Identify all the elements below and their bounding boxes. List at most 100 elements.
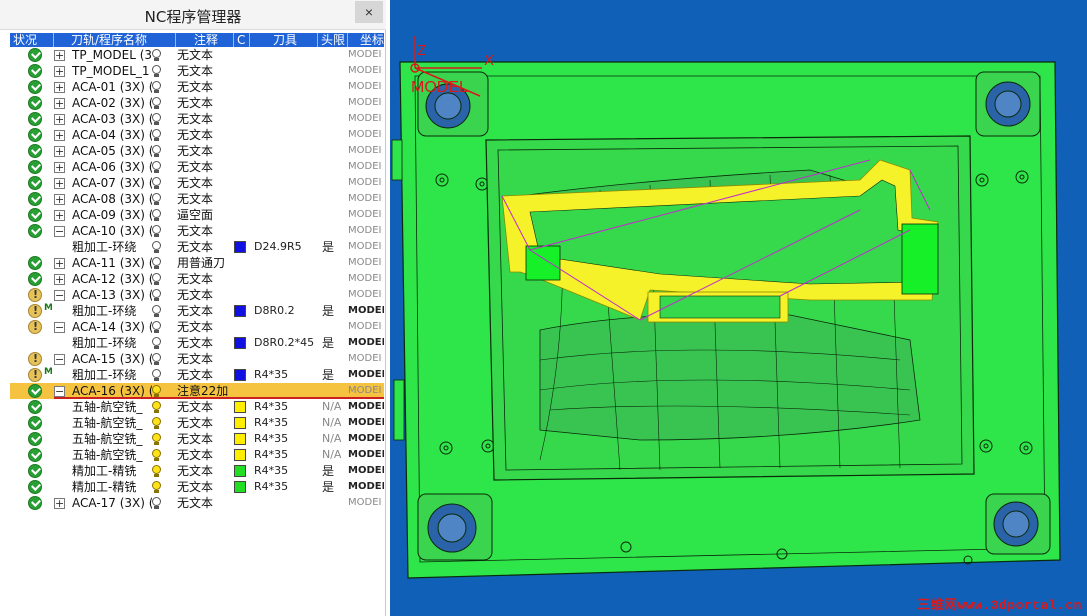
lightbulb-icon[interactable] bbox=[151, 432, 161, 446]
program-group-row[interactable]: −ACA-16 (3X) (6 注意22加 MODEI bbox=[10, 383, 384, 399]
expand-icon[interactable]: + bbox=[54, 210, 65, 221]
lightbulb-icon[interactable] bbox=[151, 304, 161, 318]
operation-row[interactable]: M 粗加工-环绕 无文本 R4*35 是 MODEI bbox=[10, 367, 384, 383]
column-gouge-limit[interactable]: 头限 bbox=[318, 33, 348, 47]
lightbulb-icon[interactable] bbox=[151, 336, 161, 350]
coordinate-system: MODEI bbox=[348, 289, 382, 300]
lightbulb-icon[interactable] bbox=[151, 400, 161, 414]
operation-row[interactable]: 精加工-精铣 无文本 R4*35 是 MODEI bbox=[10, 463, 384, 479]
collapse-icon[interactable]: − bbox=[54, 322, 65, 333]
column-tool[interactable]: 刀具 bbox=[250, 33, 318, 47]
lightbulb-icon[interactable] bbox=[151, 176, 161, 190]
lightbulb-icon[interactable] bbox=[151, 384, 161, 398]
collapse-icon[interactable]: − bbox=[54, 354, 65, 365]
gouge-limit: N/A bbox=[322, 400, 342, 413]
program-group-row[interactable]: −ACA-14 (3X) (1 无文本 MODEI bbox=[10, 319, 384, 335]
expand-icon[interactable]: + bbox=[54, 114, 65, 125]
program-group-row[interactable]: + ACA-17 (3X) (9 无文本 MODEI bbox=[10, 495, 384, 511]
program-group-row[interactable]: + TP_MODEL_1 (无文本 MODEI bbox=[10, 63, 384, 79]
expand-icon[interactable]: + bbox=[54, 50, 65, 61]
operation-row[interactable]: 粗加工-环绕 无文本 D8R0.2*45 是 MODEI bbox=[10, 335, 384, 351]
collapse-icon[interactable]: − bbox=[54, 226, 65, 237]
program-group-row[interactable]: + ACA-09 (3X) (2 逼空面 MODEI bbox=[10, 207, 384, 223]
collapse-icon[interactable]: − bbox=[54, 290, 65, 301]
expand-icon[interactable]: + bbox=[54, 98, 65, 109]
column-note[interactable]: 注释 bbox=[176, 33, 234, 47]
column-color[interactable]: C bbox=[234, 33, 250, 47]
operation-row[interactable]: 粗加工-环绕 无文本 D24.9R5 是 MODEI bbox=[10, 239, 384, 255]
program-group-row[interactable]: + ACA-01 (3X) (1 无文本 MODEI bbox=[10, 79, 384, 95]
operation-row[interactable]: 五轴-航空铣_ 无文本 R4*35 N/A MODEI bbox=[10, 447, 384, 463]
program-group-row[interactable]: + ACA-03 (3X) (2 无文本 MODEI bbox=[10, 111, 384, 127]
lightbulb-icon[interactable] bbox=[151, 224, 161, 238]
expand-icon[interactable]: + bbox=[54, 258, 65, 269]
program-group-row[interactable]: + ACA-12 (3X) (1 无文本 MODEI bbox=[10, 271, 384, 287]
graphics-viewport[interactable]: Z X MODEL bbox=[390, 0, 1087, 616]
lightbulb-icon[interactable] bbox=[151, 208, 161, 222]
expand-icon[interactable]: + bbox=[54, 178, 65, 189]
lightbulb-icon[interactable] bbox=[151, 320, 161, 334]
collapse-icon[interactable]: − bbox=[54, 386, 65, 397]
operation-row[interactable]: 五轴-航空铣_ 无文本 R4*35 N/A MODEI bbox=[10, 399, 384, 415]
program-group-row[interactable]: −ACA-13 (3X) (1 无文本 MODEI bbox=[10, 287, 384, 303]
modified-flag: M bbox=[44, 303, 52, 313]
column-coordinate[interactable]: 坐标 bbox=[348, 33, 384, 47]
expand-icon[interactable]: + bbox=[54, 130, 65, 141]
lightbulb-icon[interactable] bbox=[151, 128, 161, 142]
expand-icon[interactable]: + bbox=[54, 498, 65, 509]
operation-row[interactable]: 五轴-航空铣_ 无文本 R4*35 N/A MODEI bbox=[10, 415, 384, 431]
lightbulb-icon[interactable] bbox=[151, 416, 161, 430]
lightbulb-icon[interactable] bbox=[151, 352, 161, 366]
column-program-name[interactable]: 刀轨/程序名称 bbox=[68, 33, 176, 47]
program-group-row[interactable]: + ACA-02 (3X) (1 无文本 MODEI bbox=[10, 95, 384, 111]
program-name: 粗加工-环绕 bbox=[72, 336, 137, 350]
lightbulb-icon[interactable] bbox=[151, 96, 161, 110]
lightbulb-icon[interactable] bbox=[151, 496, 161, 510]
expand-icon[interactable]: + bbox=[54, 146, 65, 157]
operation-row[interactable]: M 粗加工-环绕 无文本 D8R0.2 是 MODEI bbox=[10, 303, 384, 319]
program-name: 精加工-精铣 bbox=[72, 480, 137, 494]
lightbulb-icon[interactable] bbox=[151, 48, 161, 62]
lightbulb-icon[interactable] bbox=[151, 256, 161, 270]
gouge-limit bbox=[322, 64, 344, 78]
lightbulb-icon[interactable] bbox=[151, 144, 161, 158]
lightbulb-icon[interactable] bbox=[151, 480, 161, 494]
program-group-row[interactable]: + ACA-05 (3X) (2 无文本 MODEI bbox=[10, 143, 384, 159]
tool-name bbox=[254, 160, 316, 174]
status-icon bbox=[28, 143, 44, 158]
operation-row[interactable]: 精加工-精铣 无文本 R4*35 是 MODEI bbox=[10, 479, 384, 495]
tool-name bbox=[254, 144, 316, 158]
lightbulb-icon[interactable] bbox=[151, 272, 161, 286]
lightbulb-icon[interactable] bbox=[151, 80, 161, 94]
coordinate-system: MODEI bbox=[348, 497, 382, 508]
expand-icon[interactable]: + bbox=[54, 82, 65, 93]
modified-flag bbox=[44, 397, 52, 411]
lightbulb-icon[interactable] bbox=[151, 64, 161, 78]
expand-icon[interactable]: + bbox=[54, 66, 65, 77]
expand-icon[interactable]: + bbox=[54, 274, 65, 285]
expand-icon[interactable]: + bbox=[54, 194, 65, 205]
lightbulb-icon[interactable] bbox=[151, 160, 161, 174]
modified-flag bbox=[44, 317, 52, 331]
lightbulb-icon[interactable] bbox=[151, 192, 161, 206]
close-button[interactable]: × bbox=[355, 1, 383, 23]
lightbulb-icon[interactable] bbox=[151, 288, 161, 302]
operation-row[interactable]: 五轴-航空铣_ 无文本 R4*35 N/A MODEI bbox=[10, 431, 384, 447]
program-group-row[interactable]: −ACA-10 (3X) (1 无文本 MODEI bbox=[10, 223, 384, 239]
program-group-row[interactable]: + TP_MODEL (3X 无文本 MODEI bbox=[10, 47, 384, 63]
lightbulb-icon[interactable] bbox=[151, 464, 161, 478]
lightbulb-icon[interactable] bbox=[151, 112, 161, 126]
program-group-row[interactable]: + ACA-07 (3X) (1 无文本 MODEI bbox=[10, 175, 384, 191]
program-group-row[interactable]: + ACA-04 (3X) (5 无文本 MODEI bbox=[10, 127, 384, 143]
expand-icon[interactable]: + bbox=[54, 162, 65, 173]
program-group-row[interactable]: + ACA-11 (3X) (2 用普通刀 MODEI bbox=[10, 255, 384, 271]
tool-name bbox=[254, 64, 316, 78]
mold-model-view bbox=[391, 36, 1061, 579]
program-group-row[interactable]: + ACA-08 (3X) (1 无文本 MODEI bbox=[10, 191, 384, 207]
program-group-row[interactable]: + ACA-06 (3X) (1 无文本 MODEI bbox=[10, 159, 384, 175]
lightbulb-icon[interactable] bbox=[151, 448, 161, 462]
lightbulb-icon[interactable] bbox=[151, 240, 161, 254]
lightbulb-icon[interactable] bbox=[151, 368, 161, 382]
program-group-row[interactable]: −ACA-15 (3X) (1 无文本 MODEI bbox=[10, 351, 384, 367]
title-bar[interactable]: NC程序管理器 × bbox=[0, 0, 386, 30]
